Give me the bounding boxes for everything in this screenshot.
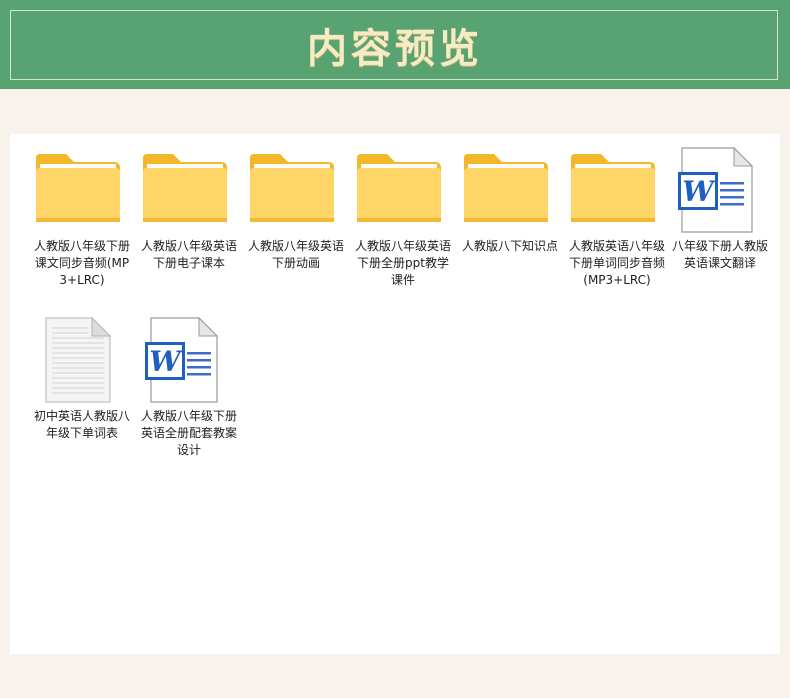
- folder-icon: [36, 154, 120, 222]
- file-name: 初中英语人教版八年级下单词表: [33, 409, 130, 440]
- page-header: 内容预览: [0, 0, 790, 89]
- file-name: 人教版八年级英语下册全册ppt教学课件: [354, 239, 451, 287]
- folder-icon: [250, 154, 334, 222]
- file-name: 八年级下册人教版英语课文翻译: [671, 239, 768, 270]
- file-name: 人教版英语八年级下册单词同步音频(MP3+LRC): [568, 239, 665, 287]
- file-grid-panel: 人教版八年级下册课文同步音频(MP3+LRC) 人教版八年级英语下册电子课本 人…: [10, 134, 780, 654]
- svg-text:W: W: [682, 175, 716, 208]
- text-document-icon: [45, 316, 112, 403]
- svg-text:W: W: [149, 345, 183, 378]
- file-name: 人教版八下知识点: [461, 239, 558, 253]
- folder-icon: [357, 154, 441, 222]
- folder-icon: [143, 154, 227, 222]
- page-title: 内容预览: [307, 24, 483, 72]
- word-document-icon: W: [145, 316, 219, 403]
- file-name: 人教版八年级英语下册动画: [247, 239, 344, 270]
- file-name: 人教版八年级下册课文同步音频(MP3+LRC): [33, 239, 130, 287]
- folder-icon: [464, 154, 548, 222]
- file-name: 人教版八年级英语下册电子课本: [140, 239, 237, 270]
- folder-icon: [571, 154, 655, 222]
- word-document-icon: W: [678, 146, 754, 233]
- file-name: 人教版八年级下册英语全册配套教案设计: [140, 409, 237, 457]
